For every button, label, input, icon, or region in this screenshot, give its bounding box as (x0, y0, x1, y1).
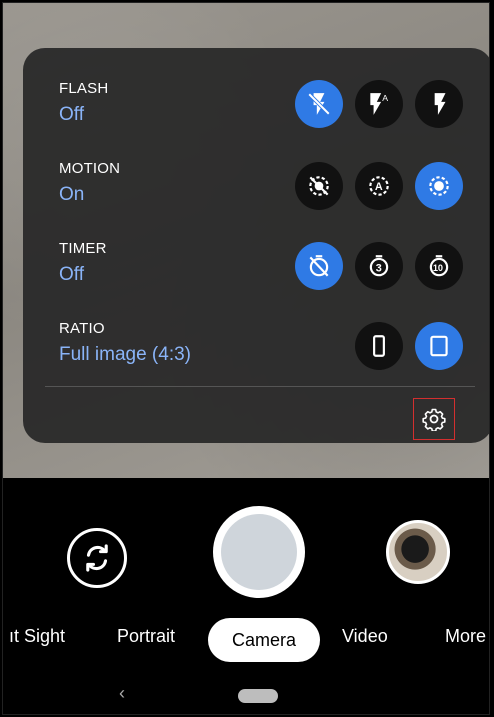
timer-10-glyph: 10 (433, 263, 443, 273)
flash-off-button[interactable] (295, 80, 343, 128)
nav-home-pill[interactable] (238, 689, 278, 703)
motion-auto-icon: A (369, 176, 389, 196)
mode-more[interactable]: More (445, 626, 486, 647)
motion-label: MOTION (59, 160, 121, 177)
flash-value: Off (59, 104, 84, 125)
motion-auto-button[interactable]: A (355, 162, 403, 210)
flash-on-icon (434, 93, 446, 115)
ratio-label: RATIO (59, 320, 105, 337)
ratio-setting-row: RATIO Full image (4:3) (23, 320, 489, 390)
motion-off-icon (309, 176, 329, 196)
timer-3s-button[interactable]: 3 (355, 242, 403, 290)
flash-auto-glyph: A (382, 93, 388, 103)
timer-10s-icon: 10 (429, 255, 449, 277)
ratio-value: Full image (4:3) (59, 344, 191, 365)
ratio-4-3-button[interactable] (415, 322, 463, 370)
ratio-4-3-icon (430, 335, 448, 357)
last-photo-thumbnail[interactable] (386, 520, 450, 584)
motion-off-button[interactable] (295, 162, 343, 210)
nav-back-button[interactable]: ‹ (119, 683, 125, 704)
motion-auto-glyph: A (375, 181, 383, 193)
shutter-inner (221, 514, 297, 590)
switch-camera-icon (86, 544, 108, 572)
timer-3s-icon: 3 (369, 255, 389, 277)
settings-button[interactable] (413, 398, 455, 440)
timer-setting-row: TIMER Off 3 10 (23, 240, 489, 310)
flash-auto-button[interactable]: A (355, 80, 403, 128)
flash-auto-icon: A (370, 93, 388, 115)
timer-3-glyph: 3 (376, 262, 382, 274)
mode-video[interactable]: Video (342, 626, 388, 647)
motion-on-button[interactable] (415, 162, 463, 210)
switch-camera-button[interactable] (67, 528, 127, 588)
flash-on-button[interactable] (415, 80, 463, 128)
mode-night-sight[interactable]: ıt Sight (9, 626, 65, 647)
mode-portrait[interactable]: Portrait (117, 626, 175, 647)
motion-setting-row: MOTION On A (23, 160, 489, 230)
camera-app-frame: FLASH Off A MOTION On A TIMER Off 3 10 R… (2, 2, 490, 715)
flash-off-icon (307, 92, 331, 116)
mode-camera[interactable]: Camera (208, 618, 321, 662)
timer-off-button[interactable] (295, 242, 343, 290)
camera-controls-bar: ıt Sight Portrait Camera Video More ‹ (3, 478, 489, 714)
shutter-button[interactable] (213, 506, 305, 598)
mode-selector: ıt Sight Portrait Camera Video More (3, 618, 489, 662)
motion-on-icon (429, 176, 449, 196)
timer-label: TIMER (59, 240, 107, 257)
timer-value: Off (59, 264, 84, 285)
flash-label: FLASH (59, 80, 109, 97)
timer-off-icon (309, 255, 329, 277)
quick-settings-panel: FLASH Off A MOTION On A TIMER Off 3 10 R… (23, 48, 489, 443)
motion-value: On (59, 184, 85, 205)
ratio-16-9-button[interactable] (355, 322, 403, 370)
timer-10s-button[interactable]: 10 (415, 242, 463, 290)
gear-icon (422, 408, 446, 431)
panel-divider (45, 386, 475, 387)
flash-setting-row: FLASH Off A (23, 80, 489, 150)
ratio-16-9-icon (373, 335, 385, 357)
